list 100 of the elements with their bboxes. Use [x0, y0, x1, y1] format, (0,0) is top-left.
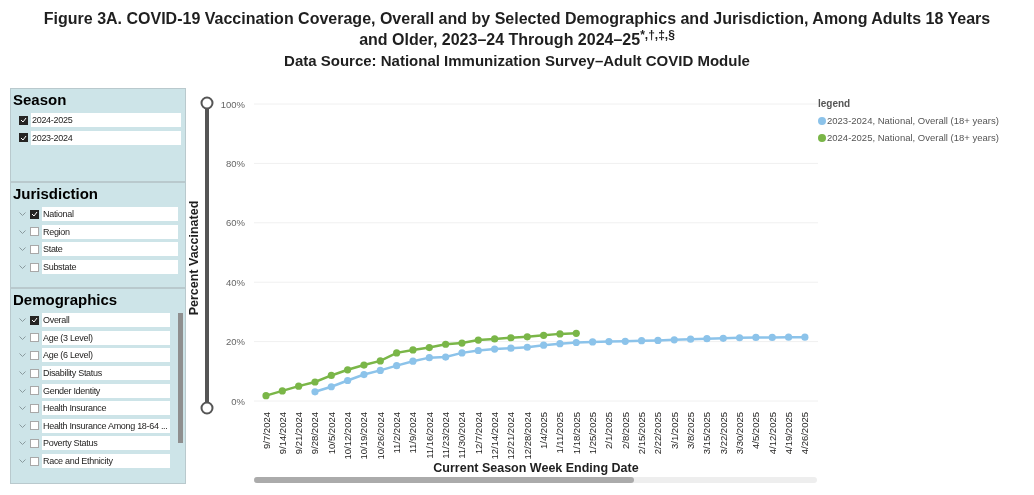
- chevron-icon[interactable]: [19, 388, 26, 393]
- checkbox[interactable]: [30, 368, 39, 378]
- legend-label[interactable]: 2023-2024, National, Overall (18+ years): [827, 114, 999, 129]
- x-tick-label: 12/14/2024: [489, 412, 501, 460]
- data-point: [344, 366, 352, 374]
- chevron-icon[interactable]: [19, 459, 26, 464]
- data-point: [605, 338, 613, 346]
- data-point: [491, 335, 499, 343]
- x-tick-label: 12/21/2024: [505, 412, 517, 460]
- checkbox[interactable]: [30, 315, 39, 325]
- checkbox[interactable]: [30, 456, 39, 466]
- range-slider[interactable]: [200, 96, 214, 415]
- checkbox[interactable]: [30, 421, 39, 431]
- filter-option[interactable]: Age (6 Level): [42, 348, 170, 363]
- data-point: [311, 378, 319, 386]
- panel-heading: Jurisdiction: [12, 184, 99, 204]
- data-point: [474, 346, 482, 355]
- checkbox[interactable]: [30, 438, 39, 448]
- data-point: [311, 388, 319, 396]
- checkbox[interactable]: [30, 403, 39, 413]
- chevron-icon[interactable]: [19, 229, 26, 234]
- legend-title: legend: [818, 97, 851, 111]
- filter-option[interactable]: State: [42, 242, 178, 257]
- filter-option[interactable]: Age (3 Level): [42, 330, 170, 345]
- x-tick-label: 3/8/2025: [685, 412, 697, 449]
- data-point: [491, 345, 499, 353]
- scrollbar-thumb[interactable]: [178, 313, 183, 443]
- filter-option[interactable]: National: [42, 207, 178, 222]
- data-source: Data Source: National Immunization Survey–Adult COVID Module: [283, 51, 751, 71]
- data-point: [621, 337, 629, 345]
- filter-option[interactable]: Disability Status: [42, 366, 170, 381]
- axis-title: Percent Vaccinated: [187, 200, 201, 316]
- filter-option[interactable]: Health Insurance Among 18-64 ...: [42, 418, 170, 433]
- x-tick-label: 11/30/2024: [456, 412, 468, 459]
- x-tick-label: 9/21/2024: [293, 412, 305, 455]
- data-point: [442, 353, 450, 361]
- data-point: [703, 335, 711, 343]
- chevron-icon[interactable]: [19, 371, 26, 376]
- data-point: [768, 333, 776, 342]
- filter-option[interactable]: 2024-2025: [31, 113, 181, 128]
- chevron-icon[interactable]: [19, 335, 26, 340]
- data-point: [425, 343, 433, 352]
- data-point: [670, 336, 678, 344]
- data-point: [262, 392, 270, 400]
- x-tick-label: 12/7/2024: [472, 412, 484, 455]
- figure-title: Figure 3A. COVID-19 Vaccination Coverage, Overall and by Selected Demographics and Jurisdiction, Among Adults 18 Years and Older, 2023–24 Through 2024–25$^{*,†,‡,§}$: [42, 9, 992, 50]
- checkbox[interactable]: [30, 386, 39, 396]
- chevron-icon[interactable]: [19, 318, 26, 323]
- filter-option[interactable]: Overall: [42, 313, 170, 328]
- filter-option[interactable]: Poverty Status: [42, 436, 170, 451]
- chevron-icon[interactable]: [19, 423, 26, 428]
- checkbox[interactable]: [30, 351, 39, 360]
- filter-option[interactable]: 2023-2024: [31, 130, 181, 145]
- data-point: [425, 354, 433, 362]
- data-point: [344, 376, 352, 385]
- checkbox[interactable]: [19, 115, 28, 125]
- data-point: [735, 334, 744, 342]
- y-tick-label: 40%: [226, 276, 245, 288]
- horizontal-scrollbar[interactable]: [254, 477, 817, 483]
- filter-option[interactable]: Substate: [42, 260, 178, 275]
- data-point: [409, 346, 417, 354]
- data-point: [556, 340, 564, 348]
- checkbox[interactable]: [30, 333, 39, 343]
- x-tick-label: 4/19/2025: [783, 412, 795, 455]
- data-point: [784, 333, 793, 341]
- data-point: [474, 336, 482, 344]
- chevron-icon[interactable]: [19, 406, 26, 411]
- checkbox[interactable]: [30, 227, 39, 237]
- data-point: [458, 339, 466, 347]
- checkbox[interactable]: [19, 133, 28, 143]
- data-point: [278, 387, 286, 395]
- chevron-icon[interactable]: [19, 247, 26, 252]
- checkbox[interactable]: [30, 209, 39, 219]
- data-point: [409, 357, 417, 365]
- x-tick-label: 11/23/2024: [440, 412, 452, 459]
- axis-title: Current Season Week Ending Date: [433, 461, 639, 475]
- filter-option[interactable]: Gender Identity: [42, 383, 170, 398]
- chevron-icon[interactable]: [19, 265, 26, 270]
- filter-option[interactable]: Race and Ethnicity: [42, 454, 170, 469]
- data-point: [556, 330, 564, 338]
- panel-heading: Demographics: [12, 290, 119, 310]
- x-tick-label: 11/2/2024: [391, 412, 403, 454]
- data-point: [589, 338, 597, 346]
- legend-label[interactable]: 2024-2025, National, Overall (18+ years): [827, 131, 999, 146]
- checkbox[interactable]: [30, 262, 39, 272]
- x-tick-label: 11/9/2024: [407, 412, 419, 454]
- chevron-icon[interactable]: [19, 353, 26, 358]
- x-tick-label: 11/16/2024: [423, 412, 435, 459]
- x-tick-label: 2/1/2025: [603, 412, 615, 449]
- data-point: [540, 331, 548, 339]
- panel-heading: Season: [12, 90, 68, 110]
- chevron-icon[interactable]: [19, 212, 26, 217]
- filter-option[interactable]: Region: [42, 224, 178, 239]
- filter-option[interactable]: Health Insurance: [42, 401, 170, 416]
- checkbox[interactable]: [30, 245, 39, 254]
- data-point: [442, 340, 450, 348]
- chevron-icon[interactable]: [19, 441, 26, 446]
- x-tick-label: 9/28/2024: [309, 412, 321, 455]
- x-tick-label: 10/12/2024: [342, 412, 354, 460]
- x-tick-label: 2/8/2025: [619, 412, 631, 449]
